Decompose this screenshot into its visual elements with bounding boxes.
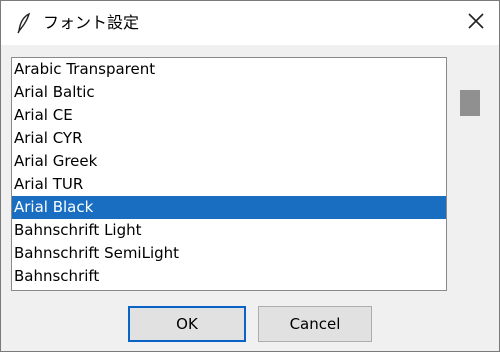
font-list-item[interactable]: Arial CE bbox=[12, 104, 446, 127]
font-list-item[interactable]: Bahnschrift SemiLight bbox=[12, 242, 446, 265]
close-button[interactable] bbox=[453, 1, 499, 45]
close-icon bbox=[467, 12, 485, 34]
font-list-item[interactable]: Arial Greek bbox=[12, 150, 446, 173]
scrollbar-thumb[interactable] bbox=[460, 90, 480, 116]
window-title: フォント設定 bbox=[43, 13, 140, 32]
font-list-item[interactable]: Arial Baltic bbox=[12, 81, 446, 104]
font-list-item[interactable]: Bahnschrift bbox=[12, 265, 446, 288]
font-listbox[interactable]: Arabic Transparent Arial Baltic Arial CE Ar… bbox=[11, 57, 447, 291]
font-list-item[interactable]: Arial CYR bbox=[12, 127, 446, 150]
feather-icon bbox=[15, 12, 33, 34]
font-settings-dialog: フォント設定 Arabic Transparent Arial Baltic Ari… bbox=[0, 0, 500, 352]
font-list-item[interactable]: Arial TUR bbox=[12, 173, 446, 196]
font-list-item[interactable]: Arial Black bbox=[12, 196, 446, 219]
font-list-item[interactable]: Arabic Transparent bbox=[12, 58, 446, 81]
cancel-button[interactable]: Cancel bbox=[258, 306, 372, 342]
font-list-item[interactable]: Bahnschrift Light bbox=[12, 219, 446, 242]
ok-button[interactable]: OK bbox=[128, 306, 246, 342]
title-bar[interactable]: フォント設定 bbox=[1, 1, 499, 45]
